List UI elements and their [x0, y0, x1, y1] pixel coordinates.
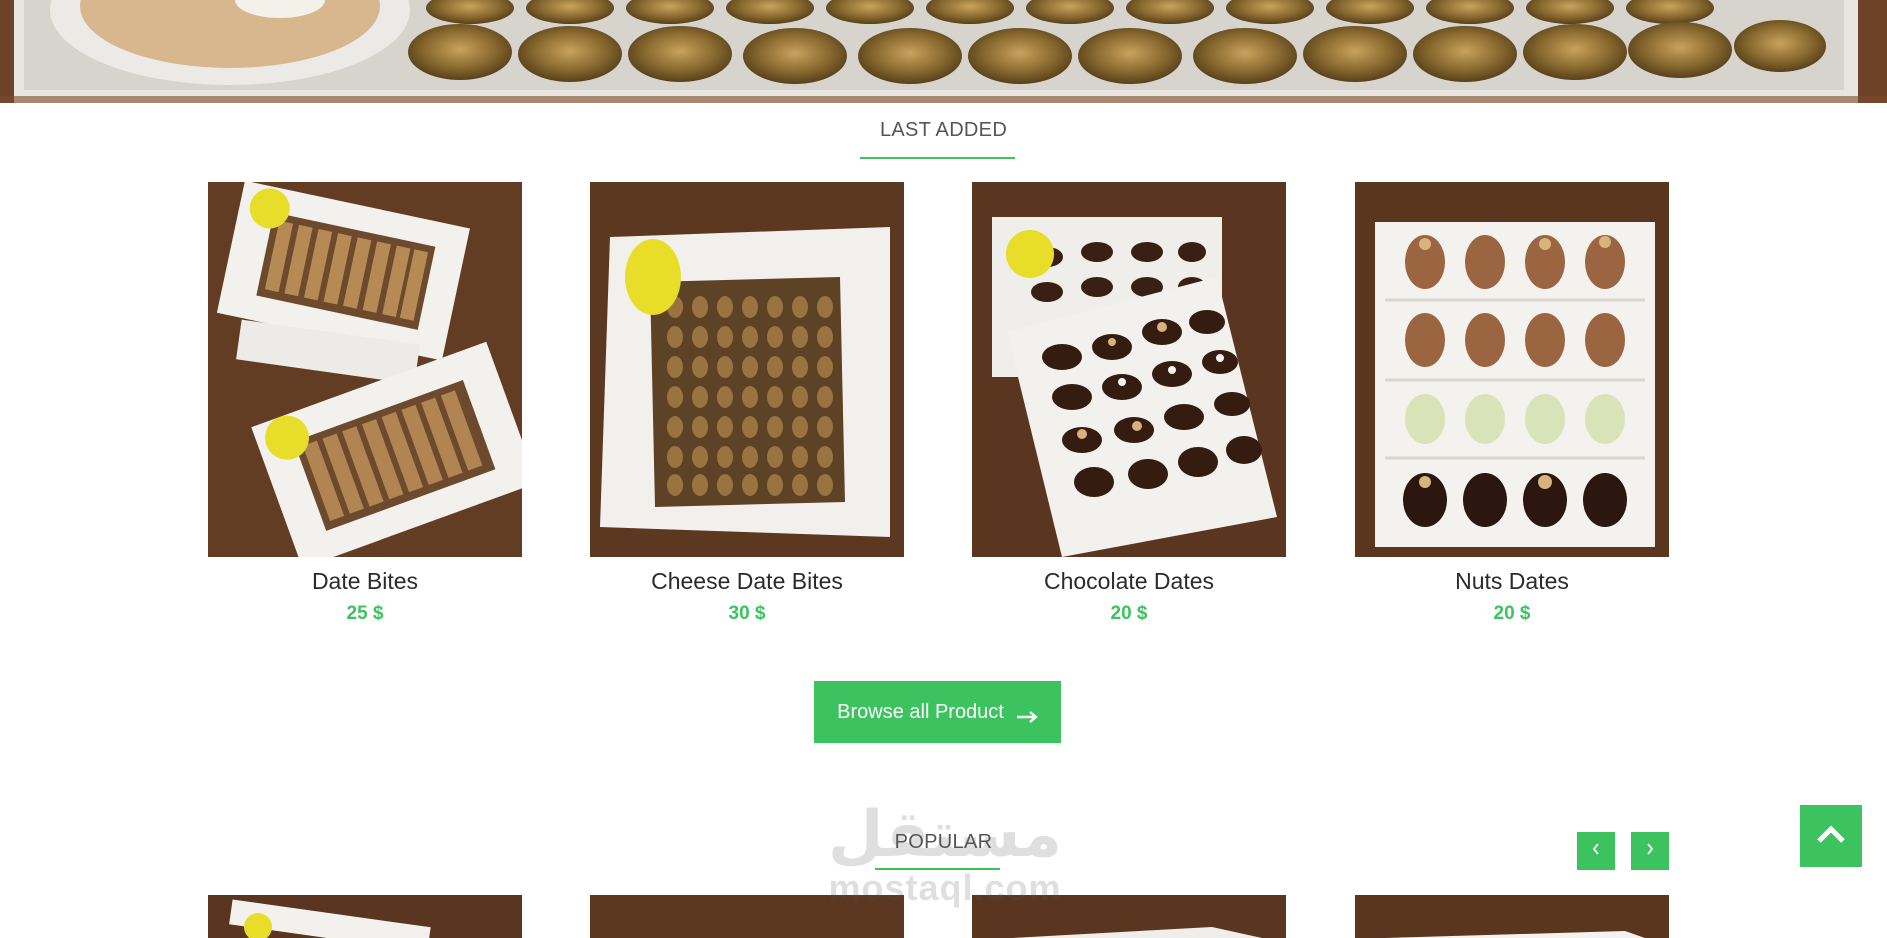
chevron-left-icon — [1591, 842, 1601, 861]
hero-banner-image — [0, 0, 1887, 103]
product-image[interactable] — [1355, 182, 1669, 557]
product-card[interactable]: Nuts Dates 20 $ — [1355, 182, 1669, 625]
popular-product-image[interactable] — [1355, 895, 1669, 938]
arrow-right-icon — [1016, 706, 1038, 723]
product-price: 20 $ — [1493, 603, 1531, 624]
product-price: 20 $ — [1110, 603, 1148, 624]
popular-product-image[interactable] — [208, 895, 522, 938]
product-image[interactable] — [972, 182, 1286, 557]
chevron-right-icon — [1645, 842, 1655, 861]
last-added-title: LAST ADDED — [879, 119, 1008, 141]
scroll-to-top-button[interactable] — [1800, 805, 1862, 867]
product-image[interactable] — [208, 182, 522, 557]
popular-next-button[interactable] — [1631, 832, 1669, 870]
browse-button-label: Browse all Product — [837, 700, 1004, 723]
browse-all-products-button[interactable]: Browse all Product — [814, 681, 1061, 743]
product-card[interactable]: Date Bites 25 $ — [208, 182, 522, 625]
product-price: 30 $ — [728, 603, 766, 624]
product-card[interactable]: Chocolate Dates 20 $ — [972, 182, 1286, 625]
product-name[interactable]: Cheese Date Bites — [590, 568, 904, 598]
product-name[interactable]: Chocolate Dates — [972, 568, 1286, 598]
popular-product-image[interactable] — [972, 895, 1286, 938]
product-name[interactable]: Nuts Dates — [1355, 568, 1669, 598]
product-price: 25 $ — [346, 603, 384, 624]
last-added-underline — [860, 157, 1015, 159]
product-name[interactable]: Date Bites — [208, 568, 522, 598]
popular-product-image[interactable] — [590, 895, 904, 938]
product-card[interactable]: Cheese Date Bites 30 $ — [590, 182, 904, 625]
product-image[interactable] — [590, 182, 904, 557]
popular-underline — [875, 868, 1000, 870]
popular-prev-button[interactable] — [1577, 832, 1615, 870]
chevron-up-icon — [1816, 824, 1846, 849]
